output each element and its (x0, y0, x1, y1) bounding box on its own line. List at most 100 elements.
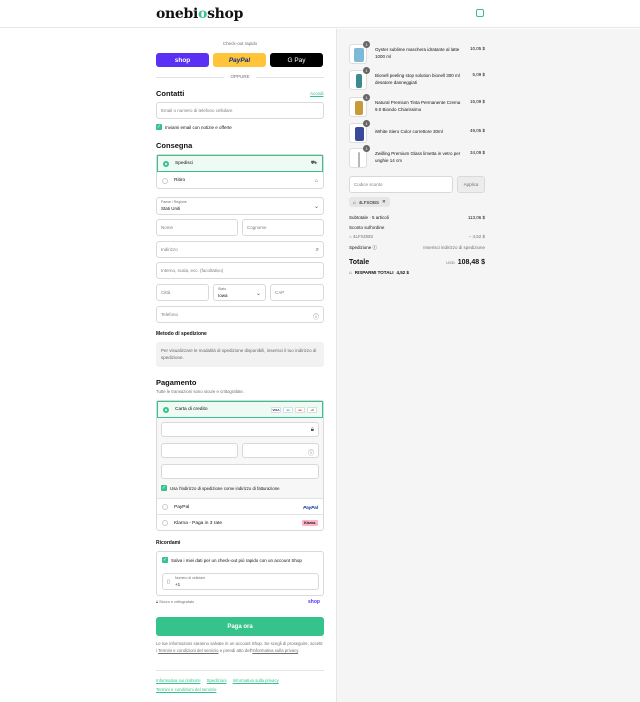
logo-text-accent: o (198, 6, 208, 22)
product-image (356, 74, 362, 88)
radio-unselected-icon[interactable] (162, 520, 168, 526)
address2-field[interactable] (156, 262, 324, 279)
legal-text-part3: . (298, 648, 300, 653)
subtotal-value: 113,06 $ (467, 215, 485, 220)
order-discount-value: − 4,52 $ (468, 234, 485, 239)
shipping-value: Inserisci indirizzo di spedizione (423, 245, 485, 250)
newsletter-option[interactable]: ✓ Inviami email con notizie e offerte (156, 124, 232, 130)
product-image (355, 127, 364, 141)
card-brands: VISA ●● ●● +3 (271, 406, 317, 413)
mobile-phone-field[interactable]: ▯ Numero di cellulare +1 (162, 573, 319, 590)
shipping-method-note: Per visualizzare le modalità di spedizio… (156, 342, 324, 367)
store-logo[interactable]: onebioshop (156, 6, 243, 22)
city-field[interactable] (156, 284, 209, 301)
radio-unselected-icon[interactable] (162, 504, 168, 510)
checkbox-checked-icon[interactable]: ✓ (156, 124, 162, 130)
country-select[interactable]: Paese / Regione Stati Uniti ⌄ (156, 197, 324, 215)
quantity-badge: 1 (363, 145, 370, 152)
product-name: Bionell peeling stop solution bionell 30… (375, 73, 460, 85)
newsletter-label: Inviami email con notizie e offerte (165, 124, 232, 130)
email-input[interactable] (161, 108, 319, 113)
subtotal-row: Subtotale · 5 articoli 113,06 $ (349, 215, 485, 220)
delivery-method-group: Spedisci ⛟ Ritiro ⌂ (156, 154, 324, 189)
delivery-option-ship[interactable]: Spedisci ⛟ (157, 155, 323, 172)
remember-heading: Ricordami (156, 540, 181, 546)
credit-card-label: Carta di credito (175, 407, 208, 412)
billing-same-option[interactable]: ✓ Usa l'indirizzo di spedizione come ind… (161, 485, 280, 491)
shipping-label-text: Spedizione (349, 245, 372, 250)
payment-option-klarna[interactable]: Klarna - Paga in 3 rate Klarna. (157, 514, 323, 531)
or-separator: OPPURE (156, 74, 324, 79)
pay-now-button[interactable]: Paga ora (156, 617, 324, 636)
first-name-input[interactable] (161, 225, 233, 230)
phone-field[interactable]: ⓘ (156, 306, 324, 323)
zip-field[interactable] (270, 284, 324, 301)
delivery-option-pickup[interactable]: Ritiro ⌂ (157, 172, 323, 189)
save-info-option[interactable]: ✓ Salva i miei dati per un check-out più… (162, 557, 302, 563)
discount-code-input[interactable] (354, 182, 448, 187)
expiry-field[interactable] (161, 443, 238, 458)
express-checkout-label: Check-out rapido (222, 41, 258, 46)
country-label: Paese / Regione (161, 200, 187, 204)
payment-option-credit-card[interactable]: Carta di credito VISA ●● ●● +3 (157, 401, 323, 418)
privacy-link[interactable]: Informativa sulla privacy (252, 648, 298, 653)
discount-code-field[interactable] (349, 176, 453, 193)
address-input[interactable] (161, 247, 319, 252)
checkout-form: Check-out rapido shop PayPal G Pay OPPUR… (0, 29, 336, 702)
quantity-badge: 1 (363, 120, 370, 127)
help-icon[interactable]: ⓘ (313, 312, 319, 321)
address-field[interactable]: ⌕ (156, 241, 324, 258)
product-price: 10,05 $ (469, 46, 485, 51)
help-icon[interactable]: ⓘ (373, 245, 378, 250)
email-field[interactable] (156, 102, 324, 119)
last-name-field[interactable] (242, 219, 324, 236)
last-name-input[interactable] (247, 225, 319, 230)
payment-option-paypal[interactable]: PayPal PayPal (157, 498, 323, 515)
google-pay-button[interactable]: G Pay (270, 53, 323, 67)
phone-input[interactable] (161, 312, 319, 317)
tag-icon: ⌂ (353, 199, 356, 205)
more-cards-badge: +3 (307, 406, 317, 413)
apply-discount-button[interactable]: Applica (457, 176, 485, 193)
terms-link[interactable]: Termini e condizioni del servizio (158, 648, 218, 653)
refund-policy-link[interactable]: Informativa sui rimborsi (156, 678, 200, 683)
remove-discount-icon[interactable]: ✕ (382, 199, 386, 205)
product-price: 5,09 $ (472, 72, 485, 77)
city-input[interactable] (161, 290, 204, 295)
total-savings: ⌂ RISPARMI TOTALI 4,52 $ (349, 270, 409, 275)
login-link[interactable]: Accedi (310, 91, 324, 96)
help-icon[interactable]: ⓘ (308, 448, 314, 457)
checkbox-checked-icon[interactable]: ✓ (161, 485, 167, 491)
mobile-phone-icon: ▯ (167, 579, 170, 585)
address2-input[interactable] (161, 268, 319, 273)
radio-selected-icon[interactable] (163, 406, 169, 413)
search-icon: ⌕ (315, 247, 319, 253)
checkbox-checked-icon[interactable]: ✓ (162, 557, 168, 563)
cart-item: 1 iWhite Siero Color correttore 30ml 49,… (349, 120, 485, 145)
mobile-phone-label: Numero di cellulare (175, 576, 206, 580)
secure-note: 🔒︎ Sicuro e crittografato (156, 600, 194, 604)
store-icon: ⌂ (314, 177, 318, 184)
billing-same-label: Usa l'indirizzo di spedizione come indir… (170, 485, 280, 491)
order-discount-code-text: 4LFSOBS (352, 234, 374, 239)
product-image (354, 48, 364, 62)
shop-pay-button[interactable]: shop (156, 53, 209, 67)
cart-item: 1 Oyster sublime maschera idratante al l… (349, 41, 485, 66)
zip-input[interactable] (275, 290, 319, 295)
name-on-card-field[interactable] (161, 464, 319, 479)
card-details-panel: 🔒︎ ⓘ ✓ Usa l'indirizzo di spedizione com… (157, 418, 323, 498)
card-number-field[interactable]: 🔒︎ (161, 422, 319, 437)
payment-methods-group: Carta di credito VISA ●● ●● +3 🔒︎ ⓘ ✓ Us… (156, 400, 324, 531)
shipping-policy-link[interactable]: Spedizioni (207, 678, 227, 683)
first-name-field[interactable] (156, 219, 238, 236)
radio-selected-icon[interactable] (163, 160, 169, 167)
security-code-field[interactable]: ⓘ (242, 443, 319, 458)
product-price: 15,09 $ (469, 99, 485, 104)
state-label: Stato (218, 287, 227, 291)
radio-unselected-icon[interactable] (162, 177, 168, 184)
privacy-policy-link[interactable]: Informativa sulla privacy (233, 678, 279, 683)
state-select[interactable]: Stato Iowa ⌄ (213, 284, 266, 301)
paypal-express-button[interactable]: PayPal (213, 53, 266, 67)
shopping-bag-icon[interactable] (476, 9, 484, 17)
terms-of-service-link[interactable]: Termini e condizioni del servizio (156, 687, 216, 692)
